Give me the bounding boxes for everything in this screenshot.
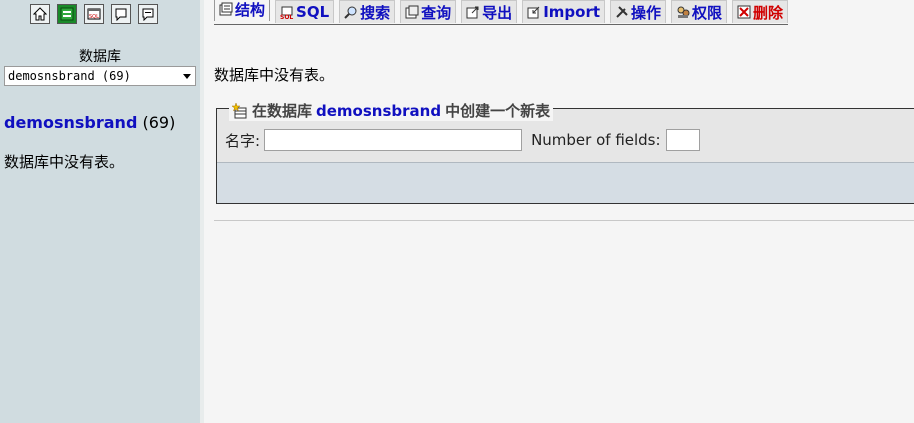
help-icon[interactable] [138, 4, 158, 24]
table-name-input[interactable] [264, 129, 523, 151]
import-icon [527, 6, 540, 19]
query-icon [405, 5, 419, 19]
database-label: 数据库 [79, 49, 121, 65]
tab-sql[interactable]: SQL SQL [275, 0, 335, 23]
legend-database-name: demosnsbrand [316, 101, 442, 120]
tab-structure[interactable]: 结构 [214, 0, 271, 21]
operations-icon [616, 6, 628, 18]
tab-query[interactable]: 查询 [400, 0, 457, 23]
search-icon [344, 6, 357, 19]
database-select[interactable]: demosnsbrand (69) [4, 66, 196, 86]
home-icon[interactable] [30, 4, 50, 24]
create-table-row: 名字: Number of fields: [225, 129, 700, 151]
privileges-icon [677, 6, 690, 18]
structure-icon [219, 2, 233, 16]
number-of-fields-label: Number of fields: [531, 131, 661, 149]
tab-label: 结构 [235, 0, 266, 19]
tab-label: 删除 [753, 3, 784, 22]
chevron-down-icon[interactable] [183, 74, 191, 79]
no-tables-message: 数据库中没有表。 [214, 66, 335, 84]
legend-suffix: 中创建一个新表 [445, 102, 551, 120]
tab-label: 操作 [631, 3, 662, 22]
tab-label: 权限 [692, 3, 723, 22]
new-table-icon [232, 102, 247, 118]
tab-label: 搜索 [360, 3, 391, 22]
svg-text:SQL: SQL [89, 14, 99, 20]
svg-text:SQL: SQL [280, 14, 293, 19]
current-database: demosnsbrand (69) [4, 113, 175, 132]
legend-prefix: 在数据库 [252, 102, 313, 120]
tab-label: 查询 [421, 3, 452, 22]
tab-privileges[interactable]: 权限 [671, 0, 728, 23]
drop-icon [737, 5, 751, 19]
sql-icon: SQL [280, 6, 293, 19]
tab-export[interactable]: 导出 [461, 0, 518, 23]
tab-bar: 结构 SQL SQL 搜索 查询 导出 Import 操作 权限 删除 [214, 0, 789, 25]
number-of-fields-input[interactable] [665, 129, 700, 151]
content-frame: 结构 SQL SQL 搜索 查询 导出 Import 操作 权限 删除 数据库中… [204, 0, 914, 423]
nav-empty-message: 数据库中没有表。 [4, 153, 125, 171]
nav-icon-bar: SQL [30, 4, 158, 24]
tab-search[interactable]: 搜索 [339, 0, 396, 23]
database-select-value: demosnsbrand (69) [8, 69, 131, 83]
fieldset-footer [217, 162, 914, 203]
tab-import[interactable]: Import [522, 0, 606, 23]
tab-operations[interactable]: 操作 [610, 0, 667, 23]
current-database-link[interactable]: demosnsbrand [4, 113, 137, 132]
create-table-legend: 在数据库 demosnsbrand 中创建一个新表 [229, 100, 554, 121]
content-divider [214, 220, 914, 221]
current-database-count: (69) [142, 113, 176, 132]
tab-label: SQL [296, 3, 330, 21]
docs-icon[interactable] [111, 4, 131, 24]
sql-icon[interactable]: SQL [84, 4, 104, 24]
query-window-icon[interactable] [57, 4, 77, 24]
export-icon [466, 6, 479, 19]
create-table-fieldset: 在数据库 demosnsbrand 中创建一个新表 名字: Number of … [216, 100, 914, 204]
tab-label: Import [543, 3, 601, 21]
navigation-frame: SQL 数据库 demosnsbrand (69) demosnsbrand (… [0, 0, 200, 423]
table-name-label: 名字: [225, 131, 261, 150]
tab-drop[interactable]: 删除 [732, 0, 789, 23]
tab-label: 导出 [482, 3, 513, 22]
